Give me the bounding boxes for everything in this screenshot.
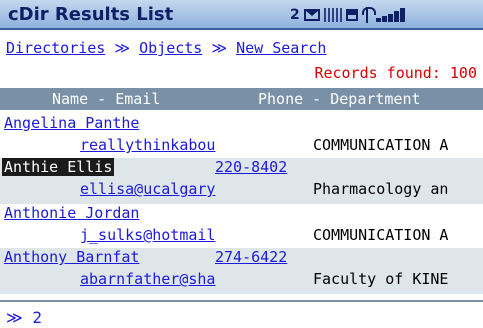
status-indicators: 2 (290, 6, 405, 24)
contact-department: COMMUNICATION A (313, 226, 449, 244)
contact-department: Pharmacology an (313, 180, 449, 198)
table-row: Anthony Barnfat 274-6422 abarnfather@sha… (0, 248, 483, 294)
next-page-link[interactable]: ≫ 2 (6, 308, 42, 327)
contact-name-link-selected[interactable]: Anthie Ellis (2, 158, 115, 176)
objects-link[interactable]: Objects (139, 39, 202, 57)
table-header: Name - Email Phone - Department (0, 88, 483, 110)
contact-department: Faculty of KINE (313, 270, 449, 288)
table-row: Anthie Ellis 220-8402 ellisa@ucalgary Ph… (0, 158, 483, 204)
new-search-link[interactable]: New Search (236, 39, 326, 57)
contact-email-link[interactable]: ellisa@ucalgary (80, 180, 215, 198)
lock-icon (345, 9, 358, 21)
records-found: Records found: 100 (314, 64, 477, 82)
network-icon (323, 8, 342, 22)
column-header-name-email: Name - Email (52, 90, 161, 108)
contact-email-link[interactable]: j_sulks@hotmail (80, 226, 215, 244)
signal-strength-icon (375, 8, 405, 22)
contact-name-link[interactable]: Anthony Barnfat (4, 248, 139, 266)
divider (0, 300, 483, 302)
antenna-icon (361, 7, 376, 23)
contact-name-link[interactable]: Angelina Panthe (4, 114, 139, 132)
status-count: 2 (290, 7, 300, 23)
table-row: Anthonie Jordan j_sulks@hotmail COMMUNIC… (0, 204, 483, 248)
breadcrumb: Directories ≫ Objects ≫ New Search (6, 39, 326, 57)
contact-phone-link[interactable]: 220-8402 (215, 158, 287, 176)
breadcrumb-separator: ≫ (211, 39, 228, 57)
envelope-icon (303, 9, 320, 21)
contact-name-link[interactable]: Anthonie Jordan (4, 204, 139, 222)
contact-email-link[interactable]: abarnfather@sha (80, 270, 215, 288)
contact-phone-link[interactable]: 274-6422 (215, 248, 287, 266)
app-title: cDir Results List (8, 4, 174, 25)
column-header-phone-department: Phone - Department (258, 90, 421, 108)
breadcrumb-separator: ≫ (114, 39, 131, 57)
contact-department: COMMUNICATION A (313, 136, 449, 154)
directories-link[interactable]: Directories (6, 39, 105, 57)
app-window: cDir Results List 2 Directories ≫ Object… (0, 0, 483, 328)
table-row: Angelina Panthe reallythinkabou COMMUNIC… (0, 114, 483, 158)
title-bar: cDir Results List 2 (0, 0, 483, 30)
contact-email-link[interactable]: reallythinkabou (80, 136, 215, 154)
